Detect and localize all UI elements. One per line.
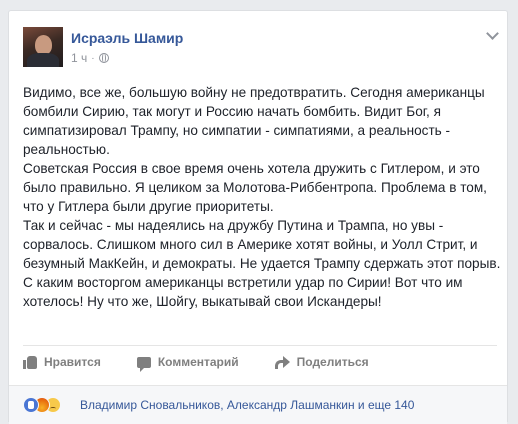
post-meta: 1 ч · — [71, 51, 109, 65]
author-name[interactable]: Исраэль Шамир — [71, 30, 183, 46]
post-time[interactable]: 1 ч — [71, 51, 87, 65]
post-actions: Нравится Комментарий Поделиться — [23, 349, 493, 375]
like-reaction-icon — [23, 397, 39, 413]
post-paragraph: Так и сейчас - мы надеялись на дружбу Пу… — [23, 218, 501, 271]
avatar-shirt — [27, 53, 59, 67]
comment-button[interactable]: Комментарий — [136, 355, 239, 372]
share-button[interactable]: Поделиться — [274, 355, 369, 369]
reaction-icons[interactable] — [23, 397, 71, 413]
avatar-face — [35, 35, 52, 55]
comment-icon — [136, 356, 151, 372]
share-icon — [274, 355, 290, 369]
comment-label: Комментарий — [157, 355, 239, 369]
actions-divider — [23, 345, 497, 346]
author-avatar[interactable] — [23, 27, 63, 67]
post-paragraph: Видимо, все же, большую войну не предотв… — [23, 85, 485, 157]
globe-icon — [98, 53, 109, 63]
reaction-summary[interactable]: Владимир Сновальников, Александр Лашманк… — [80, 398, 414, 412]
like-label: Нравится — [44, 355, 101, 369]
reactions-bar: Владимир Сновальников, Александр Лашманк… — [9, 385, 507, 424]
post-card: Исраэль Шамир 1 ч · Видимо, все же, боль… — [8, 10, 508, 424]
meta-separator: · — [91, 52, 95, 64]
post-paragraph: С каким восторгом американцы встретили у… — [23, 275, 463, 309]
chevron-down-icon[interactable] — [486, 27, 499, 40]
post-paragraph: Советская Россия в свое время очень хоте… — [23, 161, 487, 214]
post-body: Видимо, все же, большую войну не предотв… — [23, 83, 503, 311]
like-button[interactable]: Нравится — [23, 355, 101, 369]
share-label: Поделиться — [296, 355, 369, 369]
thumbs-up-icon — [23, 355, 37, 369]
